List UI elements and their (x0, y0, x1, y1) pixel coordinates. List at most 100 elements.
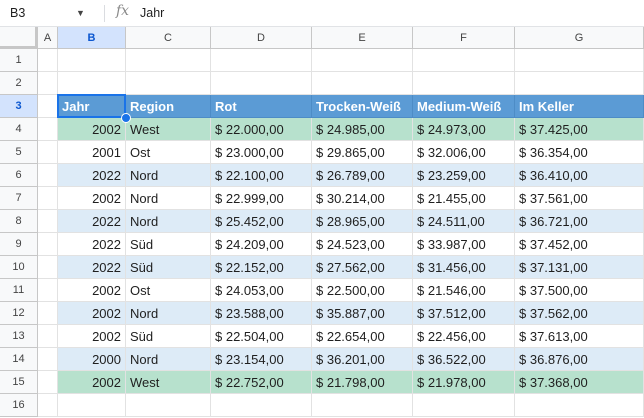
table-cell[interactable]: $ 22.456,00 (413, 325, 515, 348)
row-header-10[interactable]: 10 (0, 256, 38, 279)
table-cell[interactable]: $ 22.752,00 (211, 371, 312, 394)
table-cell[interactable]: $ 24.209,00 (211, 233, 312, 256)
table-cell[interactable]: $ 22.500,00 (312, 279, 413, 302)
cell-f16[interactable] (413, 394, 515, 417)
table-cell[interactable]: Ost (126, 279, 211, 302)
cell-a15[interactable] (38, 371, 58, 394)
cell-b16[interactable] (58, 394, 126, 417)
spreadsheet-grid[interactable]: A B C D E F G 1 2 3 4 5 6 7 8 9 10 11 12 13 14 15 16 Jahr Region… (0, 27, 644, 418)
column-header-c[interactable]: C (126, 27, 211, 49)
table-cell[interactable]: $ 22.000,00 (211, 118, 312, 141)
cell-a16[interactable] (38, 394, 58, 417)
cell-a2[interactable] (38, 72, 58, 95)
fill-handle[interactable] (121, 113, 131, 123)
table-header-cell[interactable]: Medium-Weiß (413, 95, 515, 118)
table-cell[interactable]: $ 24.985,00 (312, 118, 413, 141)
table-cell[interactable]: $ 37.452,00 (515, 233, 644, 256)
table-cell[interactable]: $ 23.000,00 (211, 141, 312, 164)
table-cell[interactable]: $ 36.876,00 (515, 348, 644, 371)
table-cell[interactable]: Nord (126, 210, 211, 233)
table-cell[interactable]: $ 37.131,00 (515, 256, 644, 279)
table-cell[interactable]: 2002 (58, 118, 126, 141)
column-header-f[interactable]: F (413, 27, 515, 49)
cell-a8[interactable] (38, 210, 58, 233)
table-cell[interactable]: $ 37.368,00 (515, 371, 644, 394)
cell-a7[interactable] (38, 187, 58, 210)
table-cell[interactable]: $ 22.504,00 (211, 325, 312, 348)
cell-e1[interactable] (312, 49, 413, 72)
table-cell[interactable]: $ 21.455,00 (413, 187, 515, 210)
row-header-1[interactable]: 1 (0, 49, 38, 72)
table-cell[interactable]: $ 21.546,00 (413, 279, 515, 302)
cell-a11[interactable] (38, 279, 58, 302)
table-cell[interactable]: Nord (126, 348, 211, 371)
table-cell[interactable]: 2000 (58, 348, 126, 371)
cell-c1[interactable] (126, 49, 211, 72)
row-header-2[interactable]: 2 (0, 72, 38, 95)
table-cell[interactable]: 2022 (58, 256, 126, 279)
row-header-3[interactable]: 3 (0, 95, 38, 118)
table-cell[interactable]: $ 37.613,00 (515, 325, 644, 348)
table-cell[interactable]: Nord (126, 302, 211, 325)
table-cell[interactable]: 2002 (58, 279, 126, 302)
table-cell[interactable]: 2022 (58, 210, 126, 233)
cell-g2[interactable] (515, 72, 644, 95)
table-cell[interactable]: $ 22.152,00 (211, 256, 312, 279)
table-cell[interactable]: $ 37.500,00 (515, 279, 644, 302)
cell-a1[interactable] (38, 49, 58, 72)
cell-a9[interactable] (38, 233, 58, 256)
table-cell[interactable]: $ 24.973,00 (413, 118, 515, 141)
table-cell[interactable]: 2002 (58, 187, 126, 210)
table-cell[interactable]: $ 37.425,00 (515, 118, 644, 141)
cell-c2[interactable] (126, 72, 211, 95)
row-header-9[interactable]: 9 (0, 233, 38, 256)
table-cell[interactable]: $ 28.965,00 (312, 210, 413, 233)
cell-a10[interactable] (38, 256, 58, 279)
table-cell[interactable]: 2002 (58, 302, 126, 325)
table-cell[interactable]: $ 31.456,00 (413, 256, 515, 279)
table-cell[interactable]: $ 21.798,00 (312, 371, 413, 394)
table-cell[interactable]: 2002 (58, 371, 126, 394)
table-cell[interactable]: $ 36.410,00 (515, 164, 644, 187)
select-all-corner[interactable] (0, 27, 38, 49)
table-cell[interactable]: $ 23.154,00 (211, 348, 312, 371)
cell-a14[interactable] (38, 348, 58, 371)
column-header-e[interactable]: E (312, 27, 413, 49)
row-header-8[interactable]: 8 (0, 210, 38, 233)
table-cell[interactable]: $ 37.512,00 (413, 302, 515, 325)
row-header-5[interactable]: 5 (0, 141, 38, 164)
row-header-16[interactable]: 16 (0, 394, 38, 417)
table-cell[interactable]: $ 23.588,00 (211, 302, 312, 325)
table-header-cell[interactable]: Rot (211, 95, 312, 118)
row-header-6[interactable]: 6 (0, 164, 38, 187)
cell-e16[interactable] (312, 394, 413, 417)
table-cell[interactable]: $ 36.721,00 (515, 210, 644, 233)
table-cell[interactable]: $ 32.006,00 (413, 141, 515, 164)
table-header-cell[interactable]: Region (126, 95, 211, 118)
table-cell[interactable]: 2022 (58, 233, 126, 256)
table-cell[interactable]: $ 36.522,00 (413, 348, 515, 371)
cell-a3[interactable] (38, 95, 58, 118)
table-cell[interactable]: West (126, 118, 211, 141)
table-cell[interactable]: $ 35.887,00 (312, 302, 413, 325)
cell-d16[interactable] (211, 394, 312, 417)
table-cell[interactable]: Ost (126, 141, 211, 164)
cell-b1[interactable] (58, 49, 126, 72)
table-cell[interactable]: $ 37.561,00 (515, 187, 644, 210)
table-cell[interactable]: $ 29.865,00 (312, 141, 413, 164)
table-cell[interactable]: $ 30.214,00 (312, 187, 413, 210)
row-header-11[interactable]: 11 (0, 279, 38, 302)
table-cell[interactable]: Nord (126, 187, 211, 210)
table-cell[interactable]: $ 22.999,00 (211, 187, 312, 210)
cell-f2[interactable] (413, 72, 515, 95)
column-header-a[interactable]: A (38, 27, 58, 49)
table-cell[interactable]: $ 27.562,00 (312, 256, 413, 279)
table-header-cell[interactable]: Im Keller (515, 95, 644, 118)
cell-a5[interactable] (38, 141, 58, 164)
table-cell[interactable]: $ 36.201,00 (312, 348, 413, 371)
row-header-15[interactable]: 15 (0, 371, 38, 394)
table-header-cell[interactable]: Jahr (58, 95, 126, 118)
table-cell[interactable]: $ 24.053,00 (211, 279, 312, 302)
table-cell[interactable]: West (126, 371, 211, 394)
row-header-14[interactable]: 14 (0, 348, 38, 371)
